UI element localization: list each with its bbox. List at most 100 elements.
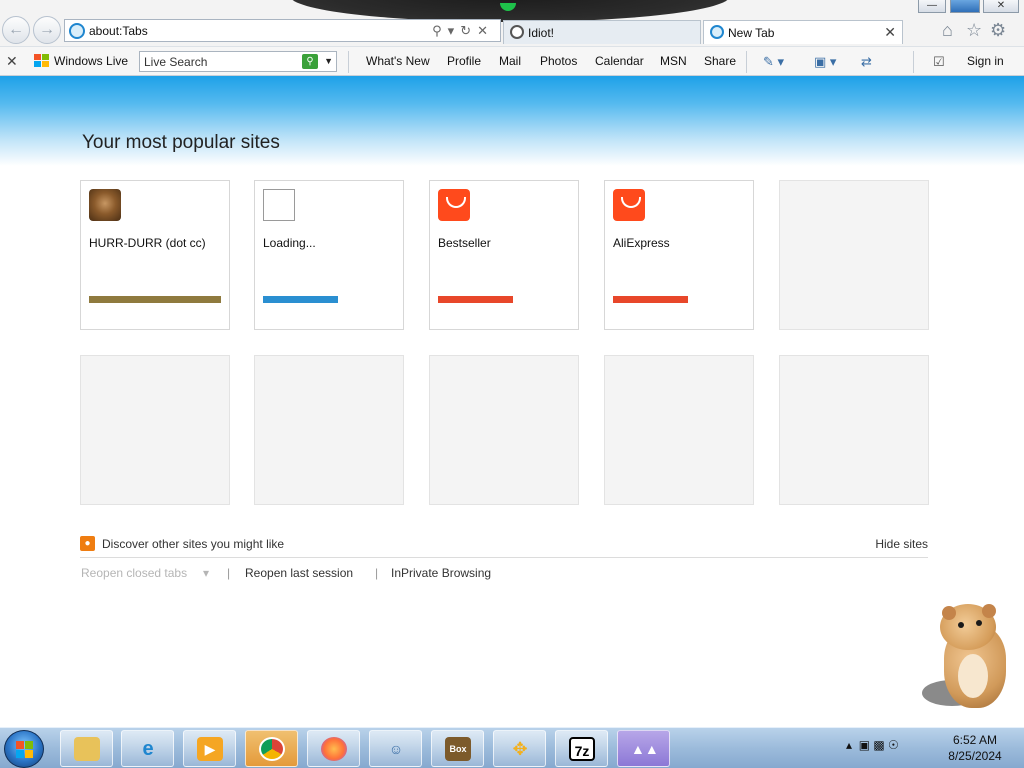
app-icon: ▲▲: [631, 741, 659, 757]
address-tools[interactable]: ⚲▾↻✕: [432, 23, 494, 39]
clock-date: 8/25/2024: [948, 749, 1002, 763]
site-label: Loading...: [263, 236, 316, 250]
firefox-icon: [321, 737, 347, 761]
chevron-down-icon[interactable]: ▾: [203, 566, 209, 580]
forward-button[interactable]: →: [33, 16, 61, 44]
address-text[interactable]: about:Tabs: [89, 24, 148, 38]
translate-icon[interactable]: ⇄: [861, 54, 872, 70]
tab-idiot[interactable]: Idiot!: [503, 20, 701, 44]
window-icon[interactable]: ▣ ▾: [814, 54, 836, 70]
taskbar: e ▶ ☺ Box ✥ 7z ▲▲ ▴ ▣ ▩ ☉ 6:52 AM 8/25/2…: [0, 727, 1024, 768]
taskbar-media-player[interactable]: ▶: [183, 730, 236, 767]
hide-sites-link[interactable]: Hide sites: [875, 537, 928, 551]
msn-link[interactable]: MSN: [660, 54, 687, 68]
empty-site-tile[interactable]: [80, 355, 230, 505]
activity-bar: [263, 296, 338, 303]
sign-in-link[interactable]: Sign in: [967, 54, 1004, 68]
share-link[interactable]: Share: [704, 54, 736, 68]
photos-link[interactable]: Photos: [540, 54, 577, 68]
gear-icon[interactable]: ⚙: [990, 20, 1006, 41]
7zip-icon: 7z: [569, 737, 595, 761]
site-tile-loading[interactable]: Loading...: [254, 180, 404, 330]
empty-site-tile[interactable]: [604, 355, 754, 505]
reopen-last-session-link[interactable]: Reopen last session: [245, 566, 353, 580]
windows-live-toolbar: ✕ Windows Live Live Search ⚲ ▼ What's Ne…: [0, 46, 1024, 76]
windows-live-logo-icon: [34, 54, 50, 68]
empty-site-tile[interactable]: [254, 355, 404, 505]
taskbar-network-tool[interactable]: ☺: [369, 730, 422, 767]
minimize-button[interactable]: —: [918, 0, 946, 13]
hamster-eye: [958, 622, 964, 628]
site-tile-bestseller[interactable]: Bestseller: [429, 180, 579, 330]
empty-site-tile[interactable]: [779, 180, 929, 330]
discover-section: ● Discover other sites you might like Hi…: [80, 536, 928, 558]
divider: [746, 51, 747, 73]
hamster-ear: [982, 604, 996, 618]
close-window-button[interactable]: ✕: [983, 0, 1019, 13]
mail-link[interactable]: Mail: [499, 54, 521, 68]
forward-arrow-icon: →: [39, 21, 55, 38]
site-label: HURR-DURR (dot cc): [89, 236, 206, 250]
taskbar-7zip[interactable]: 7z: [555, 730, 608, 767]
tab-new-tab[interactable]: New Tab ✕: [703, 20, 903, 44]
ie-tab-icon: [710, 25, 724, 39]
taskbar-explorer[interactable]: [60, 730, 113, 767]
divider: [913, 51, 914, 73]
tab-label: Idiot!: [528, 26, 555, 40]
site-tile-hurr-durr[interactable]: HURR-DURR (dot cc): [80, 180, 230, 330]
reopen-closed-tabs-link[interactable]: Reopen closed tabs: [81, 566, 187, 580]
hamster-ear: [942, 606, 956, 620]
activity-bar: [613, 296, 688, 303]
clock-time: 6:52 AM: [952, 733, 998, 747]
calendar-link[interactable]: Calendar: [595, 54, 644, 68]
divider: |: [375, 566, 379, 580]
restore-button[interactable]: [950, 0, 980, 13]
empty-site-tile[interactable]: [429, 355, 579, 505]
close-toolbar-icon[interactable]: ✕: [6, 53, 18, 70]
edit-icon[interactable]: ✎ ▾: [763, 54, 784, 70]
divider: [348, 51, 349, 73]
browser-title-bar: ← → about:Tabs ⚲▾↻✕ Idiot! New Tab ✕ — ✕…: [0, 0, 1024, 46]
activity-bar: [89, 296, 221, 303]
search-icon[interactable]: ⚲: [302, 54, 318, 69]
search-placeholder: Live Search: [144, 55, 208, 69]
users-icon: ☺: [388, 741, 404, 757]
overlay-indicator: [500, 3, 516, 11]
empty-site-tile[interactable]: [779, 355, 929, 505]
checkbox-icon[interactable]: ☑: [933, 54, 945, 70]
hamster-desktop-pet[interactable]: [918, 600, 1013, 712]
site-tile-aliexpress[interactable]: AliExpress: [604, 180, 754, 330]
home-icon[interactable]: ⌂: [942, 20, 953, 41]
favorites-star-icon[interactable]: ☆: [966, 20, 982, 41]
taskbar-firefox[interactable]: [307, 730, 360, 767]
address-bar[interactable]: about:Tabs ⚲▾↻✕: [64, 19, 501, 42]
back-arrow-icon: ←: [8, 21, 24, 38]
tab-label: New Tab: [728, 26, 775, 40]
clock[interactable]: 6:52 AM 8/25/2024: [940, 732, 1010, 764]
system-tray[interactable]: ▴ ▣ ▩ ☉: [846, 738, 899, 752]
taskbar-chrome[interactable]: [245, 730, 298, 767]
divider: |: [227, 566, 231, 580]
chevron-down-icon[interactable]: ▼: [324, 56, 333, 66]
back-button[interactable]: ←: [2, 16, 30, 44]
profile-link[interactable]: Profile: [447, 54, 481, 68]
taskbar-sandbox[interactable]: Box: [431, 730, 484, 767]
discover-link[interactable]: Discover other sites you might like: [102, 537, 284, 551]
taskbar-app[interactable]: ▲▲: [617, 730, 670, 767]
page-title: Your most popular sites: [82, 132, 280, 153]
taskbar-internet-explorer[interactable]: e: [121, 730, 174, 767]
start-button[interactable]: [4, 730, 44, 768]
taskbar-arrows-tool[interactable]: ✥: [493, 730, 546, 767]
inprivate-browsing-link[interactable]: InPrivate Browsing: [391, 566, 491, 580]
lightbulb-icon: ●: [80, 536, 95, 551]
site-label: AliExpress: [613, 236, 670, 250]
smiley-icon: [510, 25, 524, 39]
sandbox-icon: Box: [445, 737, 471, 761]
live-search-input[interactable]: Live Search ⚲ ▼: [139, 51, 337, 72]
ie-page-icon: [69, 23, 85, 39]
close-tab-icon[interactable]: ✕: [884, 24, 896, 41]
windows-live-link[interactable]: Windows Live: [54, 54, 128, 68]
arrows-icon: ✥: [512, 739, 528, 759]
whats-new-link[interactable]: What's New: [366, 54, 430, 68]
activity-bar: [438, 296, 513, 303]
